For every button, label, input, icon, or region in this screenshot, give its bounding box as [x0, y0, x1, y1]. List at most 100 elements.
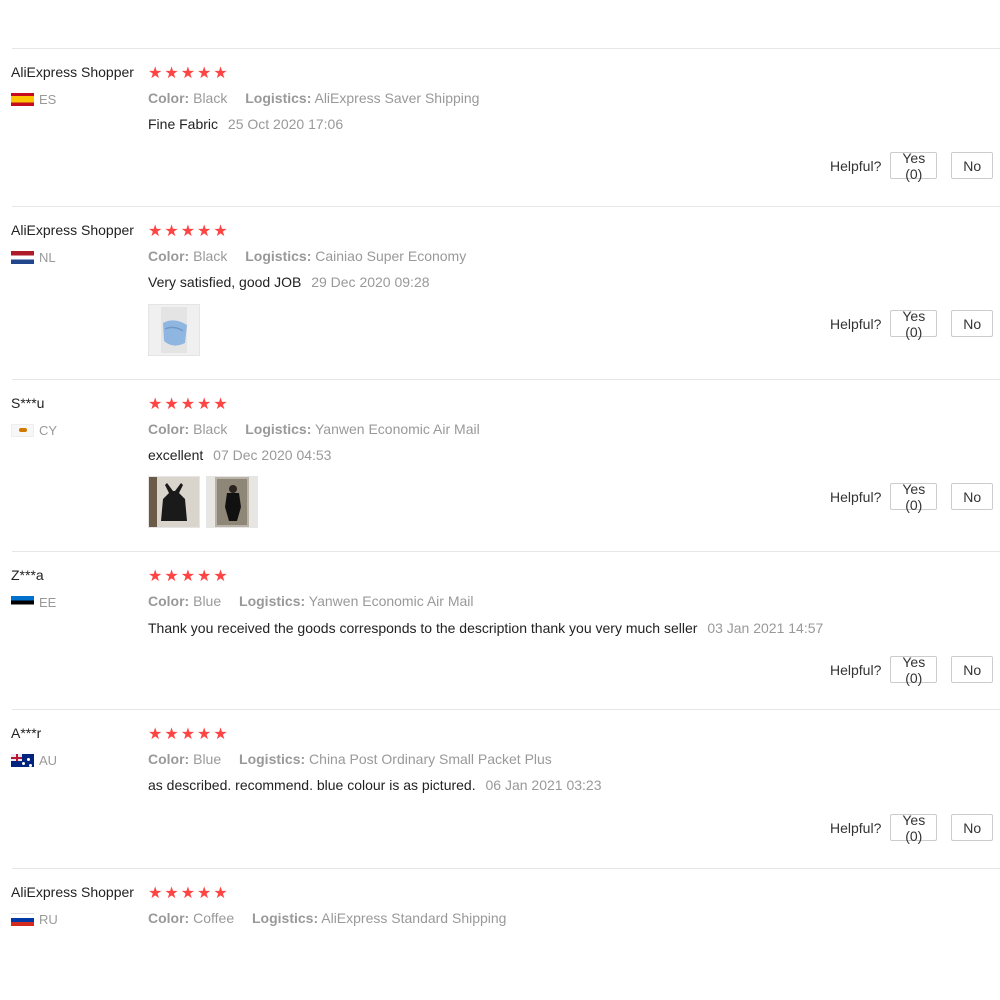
color-value: Black: [193, 90, 228, 106]
color-value: Blue: [193, 593, 222, 609]
star-rating: ★ ★ ★ ★ ★: [148, 569, 228, 585]
color-label: Color:: [148, 910, 190, 926]
reviewer-country: NL: [11, 250, 56, 265]
review-photos: [148, 304, 200, 356]
star-icon: ★: [180, 396, 196, 413]
review-photo-thumbnail[interactable]: [148, 476, 200, 528]
helpful-vote: Helpful? Yes (0) No: [830, 812, 1000, 844]
logistics-value: AliExpress Standard Shipping: [321, 910, 507, 926]
australia-flag-icon: [11, 754, 34, 767]
color-label: Color:: [148, 751, 190, 767]
review-item: A***r AU ★ ★ ★ ★ ★ Color: Blue Logistics: Ch…: [0, 725, 1000, 855]
review-divider: [12, 868, 1000, 869]
star-icon: ★: [148, 65, 163, 82]
star-rating: ★ ★ ★ ★ ★: [148, 397, 228, 413]
reviewer-name: Z***a: [11, 567, 44, 583]
star-icon: ★: [164, 568, 179, 585]
helpful-no-button[interactable]: No: [951, 814, 994, 841]
star-icon: ★: [213, 223, 228, 240]
star-icon: ★: [213, 885, 228, 902]
color-value: Coffee: [193, 910, 235, 926]
star-icon: ★: [164, 223, 179, 240]
helpful-yes-button[interactable]: Yes (0): [890, 150, 938, 182]
star-icon: ★: [197, 396, 212, 413]
review-item: AliExpress Shopper RU ★ ★ ★ ★ ★ Color: Coffe…: [0, 884, 1000, 964]
review-sku-info: Color: Coffee Logistics: AliExpress Stan…: [148, 910, 506, 926]
star-icon: ★: [164, 885, 179, 902]
helpful-no-button[interactable]: No: [951, 152, 994, 179]
logistics-value: Cainiao Super Economy: [315, 248, 467, 264]
review-divider: [12, 206, 1000, 207]
helpful-no-button[interactable]: No: [951, 656, 994, 683]
review-feedback: Very satisfied, good JOB 29 Dec 2020 09:…: [148, 274, 430, 290]
star-icon: ★: [213, 726, 228, 743]
star-icon: ★: [148, 396, 163, 413]
logistics-value: China Post Ordinary Small Packet Plus: [309, 751, 552, 767]
star-icon: ★: [148, 223, 163, 240]
logistics-value: AliExpress Saver Shipping: [314, 90, 480, 106]
color-value: Black: [193, 421, 228, 437]
country-code: EE: [39, 595, 57, 610]
reviewer-name: A***r: [11, 725, 42, 741]
review-divider: [12, 709, 1000, 710]
reviewer-country: CY: [11, 423, 57, 438]
color-label: Color:: [148, 248, 190, 264]
color-value: Black: [193, 248, 228, 264]
country-code: NL: [39, 250, 56, 265]
review-date: 25 Oct 2020 17:06: [227, 116, 344, 132]
review-sku-info: Color: Blue Logistics: Yanwen Economic A…: [148, 593, 474, 609]
country-code: RU: [39, 912, 58, 927]
reviewer-name: S***u: [11, 395, 45, 411]
helpful-yes-button[interactable]: Yes (0): [890, 481, 938, 513]
logistics-value: Yanwen Economic Air Mail: [315, 421, 480, 437]
star-icon: ★: [197, 726, 212, 743]
star-icon: ★: [180, 223, 196, 240]
review-item: S***u CY ★ ★ ★ ★ ★ Color: Black Logistics: Y…: [0, 395, 1000, 545]
review-sku-info: Color: Black Logistics: Yanwen Economic …: [148, 421, 480, 437]
color-label: Color:: [148, 593, 190, 609]
feedback-text: Thank you received the goods corresponds…: [148, 620, 698, 636]
star-rating: ★ ★ ★ ★ ★: [148, 224, 228, 240]
review-photo-thumbnail[interactable]: [206, 476, 258, 528]
logistics-label: Logistics:: [239, 593, 306, 609]
russia-flag-icon: [11, 913, 34, 926]
star-icon: ★: [180, 568, 196, 585]
helpful-yes-button[interactable]: Yes (0): [890, 812, 938, 844]
logistics-label: Logistics:: [245, 421, 312, 437]
review-sku-info: Color: Black Logistics: AliExpress Saver…: [148, 90, 479, 106]
star-icon: ★: [180, 726, 196, 743]
country-code: ES: [39, 92, 57, 107]
review-feedback: excellent 07 Dec 2020 04:53: [148, 447, 331, 463]
star-icon: ★: [213, 568, 228, 585]
review-feedback: Fine Fabric 25 Oct 2020 17:06: [148, 116, 343, 132]
review-divider: [12, 379, 1000, 380]
helpful-no-button[interactable]: No: [951, 483, 994, 510]
logistics-label: Logistics:: [252, 910, 319, 926]
netherlands-flag-icon: [11, 251, 34, 264]
helpful-label: Helpful?: [830, 819, 882, 836]
country-code: CY: [39, 423, 58, 438]
color-label: Color:: [148, 90, 190, 106]
helpful-label: Helpful?: [830, 157, 882, 174]
star-icon: ★: [164, 65, 179, 82]
helpful-no-button[interactable]: No: [951, 310, 994, 337]
review-sku-info: Color: Black Logistics: Cainiao Super Ec…: [148, 248, 466, 264]
review-date: 29 Dec 2020 09:28: [311, 274, 430, 290]
star-icon: ★: [148, 726, 163, 743]
helpful-yes-button[interactable]: Yes (0): [890, 654, 938, 686]
cyprus-flag-icon: [11, 424, 34, 437]
review-photo-thumbnail[interactable]: [148, 304, 200, 356]
reviewer-name: AliExpress Shopper: [11, 884, 134, 900]
helpful-vote: Helpful? Yes (0) No: [830, 150, 1000, 182]
review-feedback: as described. recommend. blue colour is …: [148, 777, 602, 793]
logistics-label: Logistics:: [245, 248, 312, 264]
star-icon: ★: [148, 568, 163, 585]
star-icon: ★: [197, 65, 212, 82]
helpful-vote: Helpful? Yes (0) No: [830, 308, 1000, 340]
star-icon: ★: [197, 885, 212, 902]
feedback-text: Fine Fabric: [148, 116, 219, 132]
reviewer-country: AU: [11, 753, 57, 768]
helpful-yes-button[interactable]: Yes (0): [890, 308, 938, 340]
star-icon: ★: [148, 885, 163, 902]
reviewer-country: EE: [11, 595, 56, 610]
